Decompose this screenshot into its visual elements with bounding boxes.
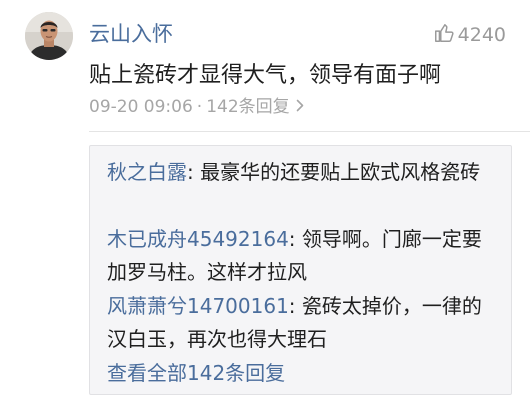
reply-item: 木已成舟45492164: 领导啊。门廊一定要加罗马柱。这样才拉风 — [107, 223, 499, 289]
like-button[interactable]: 4240 — [433, 22, 506, 48]
reply-text: : 最豪华的还要贴上欧式风格瓷砖 — [187, 160, 481, 184]
reply-author[interactable]: 秋之白露 — [107, 160, 187, 184]
reply-author[interactable]: 风萧萧兮14700161 — [107, 294, 289, 318]
meta-separator: · — [196, 97, 203, 117]
chevron-right-icon — [296, 94, 304, 120]
comment-card: 云山入怀 4240 贴上瓷砖才显得大气，领导有面子啊 09-20 09:06 ·… — [0, 0, 530, 409]
avatar[interactable] — [25, 12, 73, 60]
thumbs-up-icon — [433, 22, 455, 48]
avatar-photo — [25, 12, 73, 60]
reply-item: 秋之白露: 最豪华的还要贴上欧式风格瓷砖 — [107, 156, 499, 189]
view-all-replies-link[interactable]: 查看全部142条回复 — [107, 357, 285, 390]
replies-panel: 秋之白露: 最豪华的还要贴上欧式风格瓷砖 木已成舟45492164: 领导啊。门… — [89, 145, 512, 395]
comment-meta: 09-20 09:06 · 142条回复 — [89, 94, 304, 120]
reply-count-link[interactable]: 142条回复 — [206, 94, 303, 120]
reply-count: 142条回复 — [206, 97, 290, 117]
divider — [89, 131, 530, 132]
comment-text: 贴上瓷砖才显得大气，领导有面子啊 — [89, 63, 442, 88]
timestamp: 09-20 09:06 — [89, 97, 193, 117]
username[interactable]: 云山入怀 — [89, 20, 173, 48]
reply-item: 风萧萧兮14700161: 瓷砖太掉价，一律的汉白玉，再次也得大理石 — [107, 290, 499, 356]
like-count: 4240 — [457, 24, 506, 46]
reply-author[interactable]: 木已成舟45492164 — [107, 227, 289, 251]
